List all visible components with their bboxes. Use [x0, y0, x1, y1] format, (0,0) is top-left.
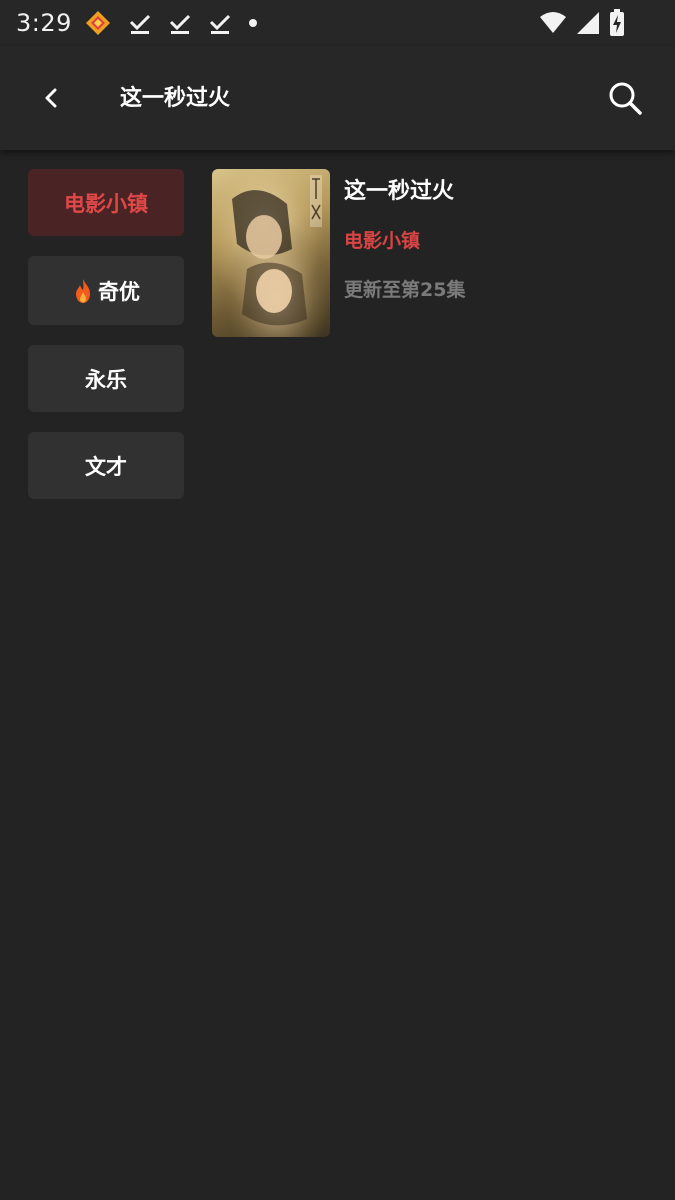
- source-item-wencai[interactable]: 文才: [28, 432, 184, 499]
- status-time: 3:29: [16, 9, 72, 37]
- search-button[interactable]: [603, 76, 647, 120]
- poster-image: [212, 169, 330, 337]
- download-done-icon: [209, 14, 230, 34]
- download-done-icon: [129, 14, 150, 34]
- chevron-left-icon: [45, 88, 57, 108]
- status-notification-icons: [84, 9, 258, 37]
- search-result-item[interactable]: 这一秒过火 电影小镇 更新至第25集: [212, 169, 652, 337]
- source-list: 电影小镇 奇优 永乐 文才: [28, 169, 184, 519]
- wifi-icon: [540, 12, 566, 33]
- poster-art: [212, 169, 330, 337]
- back-button[interactable]: [32, 78, 72, 118]
- source-item-dianyingxiaozhen[interactable]: 电影小镇: [28, 169, 184, 236]
- source-item-label: 文才: [85, 454, 127, 479]
- source-item-label: 电影小镇: [64, 191, 148, 216]
- source-item-label: 奇优: [98, 279, 140, 304]
- download-done-icon: [169, 14, 190, 34]
- source-item-label: 永乐: [85, 367, 127, 392]
- source-item-yongle[interactable]: 永乐: [28, 345, 184, 412]
- source-item-qiyou[interactable]: 奇优: [28, 256, 184, 325]
- status-bar: 3:29: [0, 0, 675, 46]
- app-notification-icon: [85, 11, 110, 35]
- app-bar: 这一秒过火: [0, 46, 675, 150]
- status-system-icons: [539, 9, 625, 37]
- battery-charging-icon: [610, 9, 624, 36]
- signal-icon: [577, 12, 599, 34]
- page-title: 这一秒过火: [120, 86, 231, 111]
- flame-icon: [76, 278, 90, 303]
- dot-icon: [248, 19, 257, 27]
- result-source: 电影小镇: [344, 230, 421, 252]
- result-update-status: 更新至第25集: [344, 279, 466, 301]
- search-icon: [609, 82, 642, 115]
- screen: 3:29 这一秒过火 电影小镇 奇优 永乐 文才 这一秒过火 电影小镇 更新至第…: [0, 0, 675, 1200]
- result-title: 这一秒过火: [344, 179, 455, 204]
